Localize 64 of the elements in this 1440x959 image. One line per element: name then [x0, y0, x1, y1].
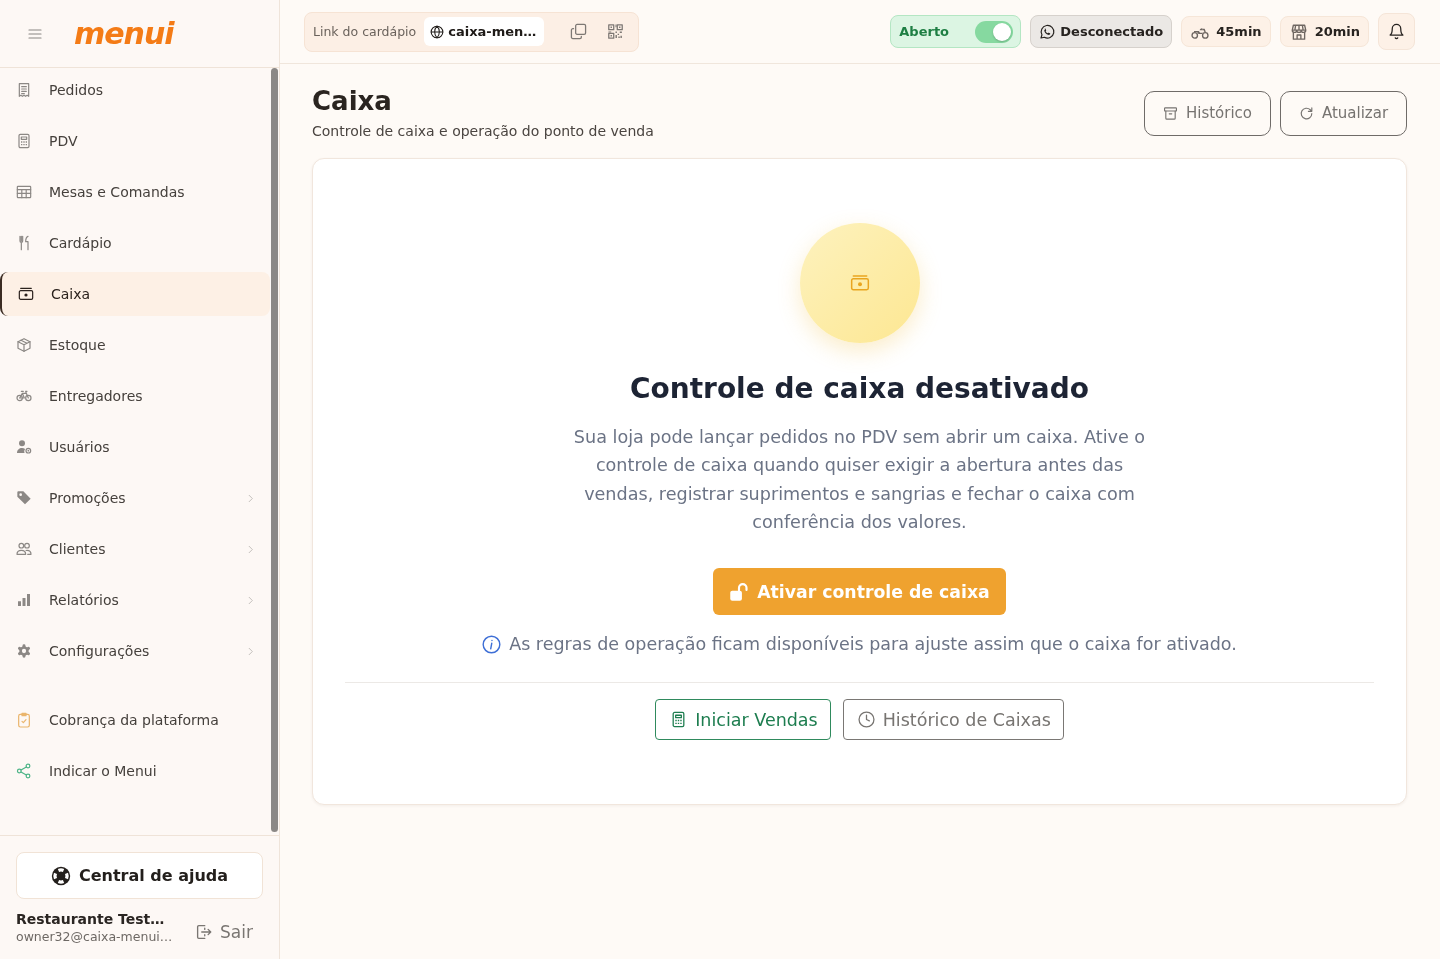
qr-code-icon[interactable] [607, 23, 625, 40]
nav-item[interactable]: Mesas e Comandas [0, 170, 270, 214]
page-title: Caixa [312, 85, 393, 117]
history-button[interactable]: Histórico [1144, 90, 1271, 136]
user-name: Restaurante Test… [16, 910, 166, 928]
start-sales-button[interactable]: Iniciar Vendas [655, 699, 831, 741]
logout-button[interactable]: Sair [195, 921, 263, 942]
nav-item[interactable]: PDV [0, 119, 270, 163]
share-icon [16, 763, 32, 779]
tag-icon [16, 490, 32, 506]
banknote-icon [849, 273, 870, 293]
pickup-time-button[interactable]: 20min [1279, 16, 1369, 47]
info-icon [482, 634, 502, 654]
utensils-icon [16, 235, 32, 251]
clock-icon [857, 711, 875, 729]
box-icon [16, 337, 32, 353]
receipt-icon [16, 82, 32, 98]
nav-item[interactable]: Pedidos [0, 68, 270, 112]
banknote-icon [18, 286, 34, 302]
user-email: owner32@caixa-menui… [16, 928, 173, 945]
refresh-button[interactable]: Atualizar [1280, 90, 1407, 136]
globe-icon [430, 24, 445, 39]
logo: menui [74, 15, 174, 52]
lock-open-icon [729, 581, 750, 602]
link-label: Link do cardápio [313, 24, 417, 39]
user-icon [16, 439, 32, 455]
toggle-switch[interactable] [975, 20, 1014, 43]
bar-chart-icon [16, 592, 32, 608]
page-subtitle: Controle de caixa e operação do ponto de venda [312, 122, 654, 141]
nav-item[interactable]: Cardápio [0, 221, 270, 265]
empty-state-title: Controle de caixa desativado [629, 371, 1090, 407]
nav-item[interactable]: Configurações [0, 629, 270, 673]
connection-status-button[interactable]: Desconectado [1030, 15, 1173, 48]
help-button[interactable]: Central de ajuda [16, 852, 263, 899]
bell-icon [1388, 23, 1405, 40]
nav-item[interactable]: Usuários [0, 425, 270, 469]
scrollbar[interactable] [271, 68, 278, 832]
clipboard-check-icon [16, 712, 32, 728]
info-note: As regras de operação ficam disponíveis para ajuste assim que o caixa for ativado. [509, 633, 1237, 657]
nav-item[interactable]: Entregadores [0, 374, 270, 418]
nav-item[interactable]: Clientes [0, 527, 270, 571]
grid-icon [16, 184, 32, 200]
users-icon [16, 541, 32, 557]
menu-link[interactable]: caixa-men… [424, 17, 545, 46]
refresh-icon [1298, 105, 1314, 121]
delivery-time-button[interactable]: 45min [1181, 16, 1271, 47]
nav-item[interactable]: Promoções [0, 476, 270, 520]
empty-state-description: Sua loja pode lançar pedidos no PDV sem abrir um caixa. Ative o controle de caixa quando quiser exigir a abertura antes das vendas, registrar suprimentos e sangrias e fechar o caixa com conferência dos valores. [572, 426, 1147, 534]
copy-icon[interactable] [570, 23, 588, 40]
cash-history-button[interactable]: Histórico de Caixas [842, 699, 1064, 741]
nav-item[interactable]: Indicar o Menui [0, 749, 270, 793]
nav-item[interactable]: Cobrança da plataforma [0, 698, 270, 742]
bicycle-icon [16, 388, 32, 404]
chat-phone-icon [1039, 23, 1056, 40]
store-status-toggle[interactable]: Aberto [890, 15, 1022, 48]
calculator-icon [16, 133, 32, 149]
nav-item[interactable]: Estoque [0, 323, 270, 367]
settings-icon [16, 643, 32, 659]
notifications-button[interactable] [1378, 13, 1415, 50]
archive-icon [1162, 105, 1178, 121]
nav-item[interactable]: Relatórios [0, 578, 270, 622]
nav-item[interactable]: Caixa [0, 272, 270, 316]
lifebuoy-icon [50, 865, 71, 886]
logout-icon [195, 922, 214, 941]
